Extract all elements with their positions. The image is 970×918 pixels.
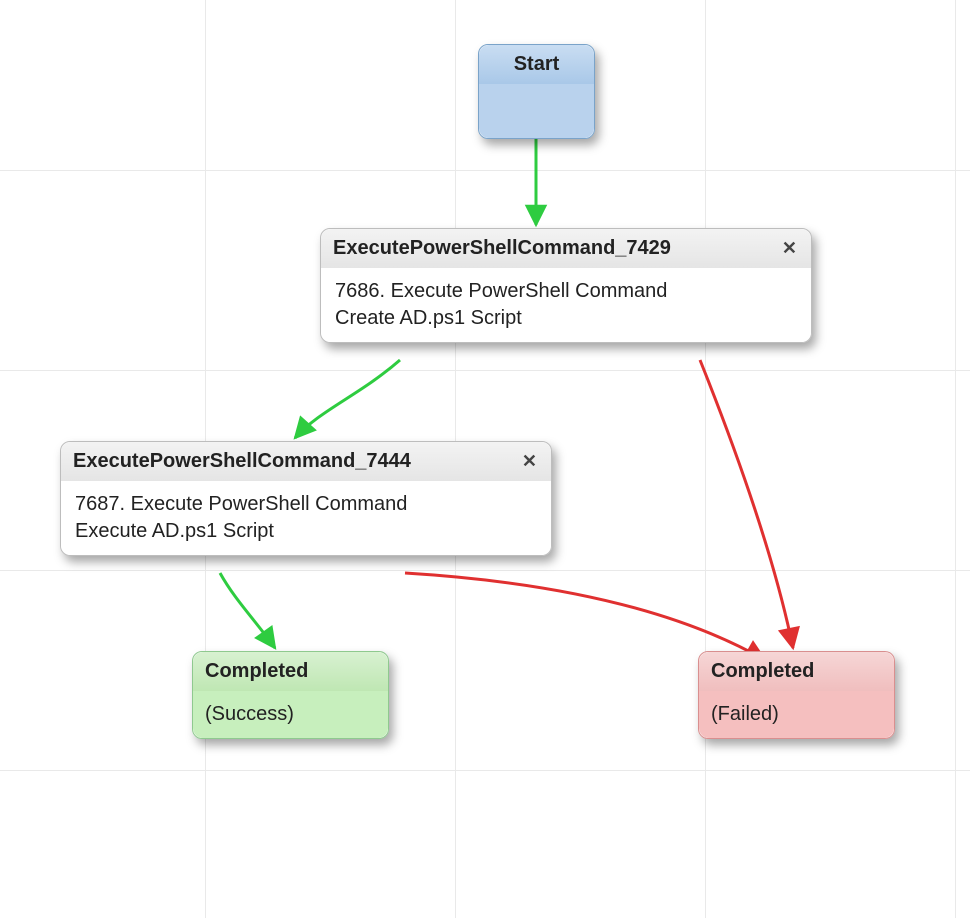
node-success-title: Completed <box>193 652 388 691</box>
node-success-status: (Success) <box>193 691 388 738</box>
node-failed-title: Completed <box>699 652 894 691</box>
node-success[interactable]: Completed (Success) <box>192 651 389 739</box>
node-ps-7429-line2: Create AD.ps1 Script <box>335 305 797 332</box>
edge-ps1-ps2 <box>295 360 400 438</box>
node-ps-7444-line1: 7687. Execute PowerShell Command <box>75 491 537 518</box>
edge-ps2-success <box>220 573 275 648</box>
workflow-canvas[interactable]: Start ExecutePowerShellCommand_7429 ✕ 76… <box>0 0 970 918</box>
edge-ps2-failed <box>405 573 765 660</box>
node-ps-7444-title: ExecutePowerShellCommand_7444 <box>73 450 411 473</box>
node-ps-7444[interactable]: ExecutePowerShellCommand_7444 ✕ 7687. Ex… <box>60 441 552 556</box>
node-ps-7429-title: ExecutePowerShellCommand_7429 <box>333 237 671 260</box>
close-icon[interactable]: ✕ <box>520 451 539 472</box>
edge-ps1-failed <box>700 360 793 648</box>
node-ps-7429-line1: 7686. Execute PowerShell Command <box>335 278 797 305</box>
node-ps-7429[interactable]: ExecutePowerShellCommand_7429 ✕ 7686. Ex… <box>320 228 812 343</box>
node-start-title: Start <box>479 45 594 84</box>
node-start-body <box>479 84 594 138</box>
close-icon[interactable]: ✕ <box>780 238 799 259</box>
node-failed-status: (Failed) <box>699 691 894 738</box>
node-ps-7444-line2: Execute AD.ps1 Script <box>75 518 537 545</box>
node-start[interactable]: Start <box>478 44 595 139</box>
node-failed[interactable]: Completed (Failed) <box>698 651 895 739</box>
